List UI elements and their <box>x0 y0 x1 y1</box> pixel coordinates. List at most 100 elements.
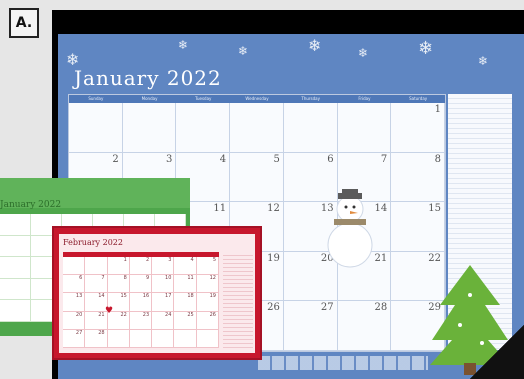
weekday-header: Saturday <box>391 95 445 103</box>
day-number: 5 <box>273 153 280 165</box>
day-number: 3 <box>168 257 172 263</box>
red-month-title: February 2022 <box>63 238 123 247</box>
snowflake-icon: ❄ <box>178 38 189 52</box>
day-cell: 17 <box>152 293 175 312</box>
day-number: 12 <box>209 275 216 282</box>
day-cell <box>337 103 392 153</box>
day-cell <box>85 257 108 276</box>
day-number: 28 <box>98 329 105 336</box>
day-number: 13 <box>75 293 83 300</box>
day-cell: 1 <box>391 103 445 153</box>
weekday-header: Thursday <box>283 95 338 103</box>
day-cell <box>230 103 284 153</box>
day-number: 7 <box>101 275 105 282</box>
day-cell: 3 <box>152 257 175 276</box>
day-cell: 2 <box>129 257 153 276</box>
day-number: 15 <box>120 293 127 300</box>
day-number: 8 <box>434 153 441 165</box>
snowflake-icon: ❄ <box>358 46 369 60</box>
day-number: 2 <box>145 257 150 263</box>
day-number: 21 <box>98 311 105 318</box>
day-number: 11 <box>213 203 227 215</box>
day-cell: 19 <box>196 293 219 312</box>
day-number: 18 <box>187 293 194 300</box>
day-cell: 26 <box>196 311 219 330</box>
day-cell: 9 <box>129 275 153 294</box>
february-desk-calendar: February 2022 1 2 3 4 5 6 7 8 9 10 11 12 13 14 15 16 17 1… <box>52 226 262 360</box>
day-number: 2 <box>112 153 119 165</box>
day-number: 7 <box>380 153 388 165</box>
weekday-header: Sunday <box>69 95 123 103</box>
day-cell <box>174 329 197 348</box>
mini-calendar-strip <box>258 356 428 370</box>
day-number: 8 <box>123 275 127 282</box>
day-cell: 7 <box>85 275 108 294</box>
month-title: January 2022 <box>74 66 222 90</box>
day-cell: 5 <box>196 257 219 276</box>
day-number: 26 <box>267 302 280 314</box>
day-number: 15 <box>428 203 441 215</box>
day-cell <box>152 329 175 348</box>
day-number: 19 <box>267 252 280 264</box>
day-number: 1 <box>123 257 127 263</box>
weekday-header: Friday <box>337 95 392 103</box>
day-number: 16 <box>142 293 150 300</box>
heart-icon: ♥ <box>105 306 114 316</box>
page-corner-curl <box>470 325 524 379</box>
weekday-header: Tuesday <box>176 95 231 103</box>
day-number: 20 <box>75 311 83 318</box>
day-cell: 4 <box>174 257 197 276</box>
snowman-illustration <box>327 189 373 268</box>
day-number: 6 <box>327 153 334 165</box>
february-calendar-sheet: February 2022 1 2 3 4 5 6 7 8 9 10 11 12 13 14 15 16 17 1… <box>59 234 255 353</box>
day-cell: 13 <box>63 293 86 312</box>
red-notes-column <box>223 252 253 348</box>
day-cell: 18 <box>174 293 197 312</box>
day-number: 5 <box>212 257 216 263</box>
weekday-header: Wednesday <box>230 95 284 103</box>
day-cell <box>129 329 153 348</box>
day-cell <box>107 329 130 348</box>
day-cell: 11 <box>174 275 197 294</box>
day-number: 4 <box>190 257 194 263</box>
day-number: 24 <box>165 311 172 318</box>
day-number: 25 <box>187 311 194 318</box>
day-number: 9 <box>145 275 150 282</box>
day-number: 22 <box>120 311 127 318</box>
day-cell: 5 <box>230 152 284 203</box>
day-cell: 15 <box>391 202 445 252</box>
day-cell: 24 <box>152 311 175 330</box>
snowflake-icon: ❄ <box>418 38 434 59</box>
day-cell: 1 <box>107 257 130 276</box>
day-cell: 28 <box>337 301 392 351</box>
day-number: 6 <box>79 275 83 282</box>
day-cell: 10 <box>152 275 175 294</box>
day-number: 12 <box>267 203 280 215</box>
day-cell <box>176 103 231 153</box>
day-number: 23 <box>142 311 150 318</box>
day-cell: 12 <box>196 275 219 294</box>
day-number: 4 <box>219 153 227 165</box>
day-cell: 20 <box>63 311 86 330</box>
day-number: 3 <box>166 153 173 165</box>
day-number: 28 <box>374 302 388 314</box>
panel-label: A. <box>9 8 39 38</box>
day-cell <box>69 103 123 153</box>
day-cell: 8 <box>391 152 445 203</box>
day-cell: 6 <box>63 275 86 294</box>
day-cell: 27 <box>283 301 338 351</box>
day-cell <box>283 103 338 153</box>
snowflake-icon: ❄ <box>478 54 489 68</box>
day-cell: 16 <box>129 293 153 312</box>
snowflake-icon: ❄ <box>308 36 322 55</box>
day-number: 27 <box>75 329 83 336</box>
snowflake-icon: ❄ <box>238 44 249 58</box>
day-number: 11 <box>187 275 194 282</box>
day-cell: 28 <box>85 329 108 348</box>
day-cell: 8 <box>107 275 130 294</box>
day-number: 17 <box>165 293 172 300</box>
day-number: 27 <box>320 302 334 314</box>
day-number: 26 <box>209 311 216 318</box>
day-cell: 23 <box>129 311 153 330</box>
day-number: 10 <box>165 275 172 282</box>
